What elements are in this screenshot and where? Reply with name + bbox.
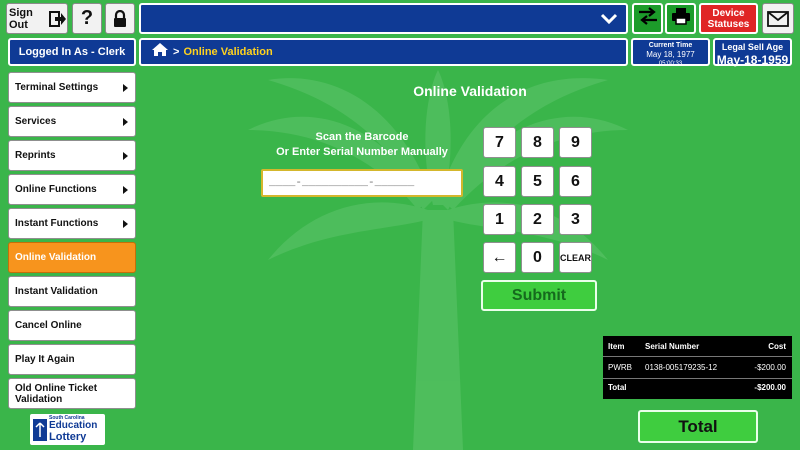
row-item: PWRB	[608, 363, 632, 372]
sidebar-item-label: Online Validation	[15, 252, 97, 263]
table-header-row: Item Serial Number Cost	[603, 342, 792, 357]
serial-number-input[interactable]	[261, 169, 463, 197]
keypad-4-button[interactable]: 4	[483, 166, 516, 197]
scan-instruction-line2: Or Enter Serial Number Manually	[276, 146, 448, 158]
palmetto-logo-icon	[33, 419, 47, 441]
help-button[interactable]: ?	[72, 3, 102, 34]
header-serial-number: Serial Number	[645, 342, 700, 351]
chevron-right-icon	[123, 186, 128, 194]
sidebar-item-online-validation[interactable]: Online Validation	[8, 242, 136, 273]
sc-education-lottery-logo: South Carolina Education Lottery	[30, 414, 105, 445]
sidebar-item-terminal-settings[interactable]: Terminal Settings	[8, 72, 136, 103]
sidebar-item-label: Online Functions	[15, 184, 97, 195]
sidebar-item-instant-validation[interactable]: Instant Validation	[8, 276, 136, 307]
submit-button[interactable]: Submit	[481, 280, 597, 311]
keypad-2-button[interactable]: 2	[521, 204, 554, 235]
legal-sell-age-box: Legal Sell Age May-18-1959	[713, 38, 792, 67]
total-button-label: Total	[678, 416, 718, 436]
page-title: Online Validation	[413, 83, 527, 99]
current-time-label: Current Time	[648, 42, 693, 49]
lock-icon	[112, 9, 128, 28]
sidebar-item-services[interactable]: Services	[8, 106, 136, 137]
keypad-3-button[interactable]: 3	[559, 204, 592, 235]
table-divider	[603, 378, 792, 379]
total-label: Total	[608, 383, 627, 392]
sidebar-item-label: Cancel Online	[15, 320, 82, 331]
home-icon[interactable]	[151, 42, 169, 62]
sidebar-item-reprints[interactable]: Reprints	[8, 140, 136, 171]
logged-in-label: Logged In As - Clerk	[18, 46, 126, 58]
help-label: ?	[80, 7, 94, 29]
logo-line2: Education	[49, 420, 98, 431]
keypad-backspace-button[interactable]: ←	[483, 242, 516, 273]
sidebar-item-label: Services	[15, 116, 57, 127]
logged-in-status: Logged In As - Clerk	[8, 38, 136, 66]
table-total-row: Total -$200.00	[603, 383, 792, 398]
breadcrumb-separator: >	[173, 46, 180, 58]
sidebar-item-label: Play It Again	[15, 354, 75, 365]
header-item: Item	[608, 342, 625, 351]
total-button[interactable]: Total	[638, 410, 758, 443]
sidebar-item-label: Reprints	[15, 150, 56, 161]
printer-icon	[671, 7, 691, 30]
current-date: May 18, 1977	[646, 50, 695, 59]
sign-out-button[interactable]: Sign Out	[6, 3, 68, 34]
table-divider	[603, 356, 792, 357]
submit-label: Submit	[511, 286, 567, 304]
sidebar-item-label: Instant Validation	[15, 286, 98, 297]
keypad-8-button[interactable]: 8	[521, 127, 554, 158]
chevron-right-icon	[123, 152, 128, 160]
sign-out-arrow-icon	[49, 10, 67, 27]
scan-instruction-line1: Scan the Barcode	[315, 131, 409, 143]
keypad-0-button[interactable]: 0	[521, 242, 554, 273]
total-value: -$200.00	[754, 383, 786, 392]
table-row[interactable]: PWRB 0138-005179235-12 -$200.00	[603, 363, 792, 378]
scan-instructions: Scan the Barcode Or Enter Serial Number …	[262, 130, 462, 160]
device-statuses-button[interactable]: Device Statuses	[699, 3, 758, 34]
keypad-6-button[interactable]: 6	[559, 166, 592, 197]
swap-arrows-icon	[637, 7, 659, 30]
row-serial-number: 0138-005179235-12	[645, 363, 718, 372]
ticket-items-table: Item Serial Number Cost PWRB 0138-005179…	[603, 336, 792, 399]
game-select-dropdown[interactable]	[139, 3, 628, 34]
messages-button[interactable]	[762, 3, 794, 34]
keypad-clear-button[interactable]: CLEAR	[559, 242, 592, 273]
print-button[interactable]	[665, 3, 696, 34]
keypad-7-button[interactable]: 7	[483, 127, 516, 158]
lock-button[interactable]	[105, 3, 135, 34]
sidebar-item-online-functions[interactable]: Online Functions	[8, 174, 136, 205]
envelope-icon	[767, 10, 789, 27]
keypad-9-button[interactable]: 9	[559, 127, 592, 158]
row-cost: -$200.00	[754, 363, 786, 372]
sidebar-item-label: Instant Functions	[15, 218, 99, 229]
chevron-right-icon	[123, 84, 128, 92]
chevron-right-icon	[123, 220, 128, 228]
sign-out-label: Sign Out	[9, 6, 33, 31]
sidebar-item-cancel-online[interactable]: Cancel Online	[8, 310, 136, 341]
legal-sell-age-label: Legal Sell Age	[721, 42, 784, 52]
sidebar-item-play-it-again[interactable]: Play It Again	[8, 344, 136, 375]
keypad-1-button[interactable]: 1	[483, 204, 516, 235]
sidebar-item-old-online-ticket-validation[interactable]: Old Online Ticket Validation	[8, 378, 136, 409]
header-cost: Cost	[768, 342, 786, 351]
sidebar-item-label: Old Online Ticket Validation	[15, 382, 98, 405]
breadcrumb-current: Online Validation	[183, 46, 273, 58]
device-statuses-label: Device Statuses	[707, 7, 750, 30]
chevron-down-icon	[600, 11, 618, 32]
keypad-5-button[interactable]: 5	[521, 166, 554, 197]
sidebar-item-instant-functions[interactable]: Instant Functions	[8, 208, 136, 239]
logo-line3: Lottery	[49, 431, 87, 443]
legal-sell-age-value: May-18-1959	[716, 53, 789, 67]
chevron-right-icon	[123, 118, 128, 126]
sidebar-item-label: Terminal Settings	[15, 82, 99, 93]
switch-button[interactable]	[632, 3, 663, 34]
